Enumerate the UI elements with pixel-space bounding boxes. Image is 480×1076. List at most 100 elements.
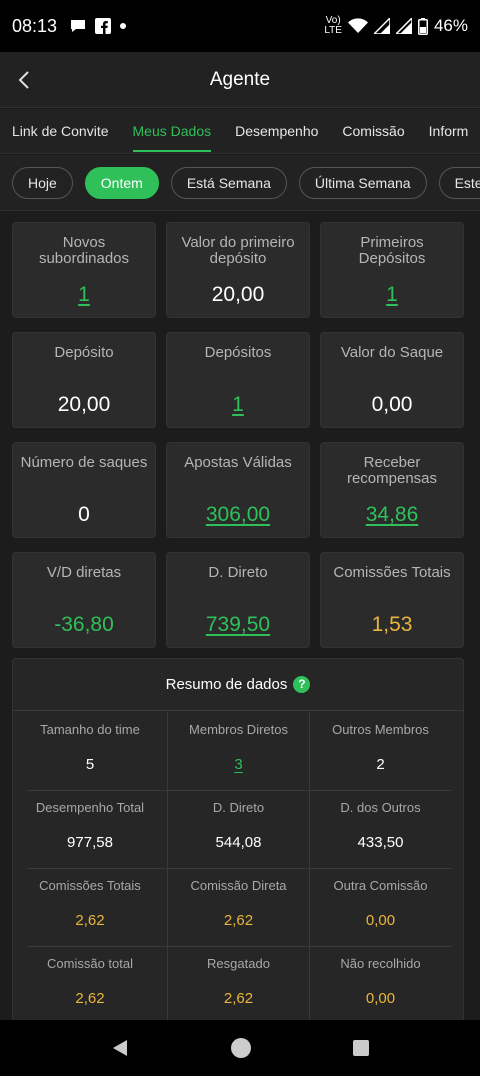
filter-hoje[interactable]: Hoje [12,166,73,199]
filter-este-mes[interactable]: Este Mês [438,166,480,199]
summary-value-link[interactable]: 3 [168,756,309,773]
summary-row-commission: Comissões Totais 2,62 Comissão Direta 2,… [13,868,465,946]
stat-card-novos-subordinados: Novos subordinados 1 [12,222,156,318]
summary-cell: Comissões Totais 2,62 [13,868,167,946]
summary-cell: Membros Diretos 3 [167,712,309,790]
signal-icon [373,18,390,34]
stat-card-vd-diretas: V/D diretas -36,80 [12,552,156,648]
summary-value: 0,00 [365,990,396,1007]
stat-label: Primeiros Depósitos [358,234,426,267]
nav-back-icon[interactable] [110,1038,130,1058]
back-button[interactable] [10,66,38,94]
tab-desempenho[interactable]: Desempenho [223,109,330,153]
stat-label: Apostas Válidas [184,454,292,471]
summary-value: 2,62 [75,990,105,1007]
stat-card-comissoes-totais: Comissões Totais 1,53 [320,552,464,648]
stat-label: Valor do primeiro depósito [181,234,295,267]
summary-cell: Tamanho do time 5 [13,712,167,790]
battery-icon [417,17,428,35]
summary-value: 2,62 [75,912,105,929]
tab-meus-dados[interactable]: Meus Dados [121,109,224,153]
summary-cell: Desempenho Total 977,58 [13,790,167,868]
stat-card-valor-do-saque: Valor do Saque 0,00 [320,332,464,428]
tab-bar: Link de Convite Meus Dados Desempenho Co… [0,109,480,154]
summary-cell: Não recolhido 0,00 [309,946,451,1020]
stat-label: Depósito [54,344,114,361]
status-bar: 08:13 Vo) LTE 46% [0,0,480,52]
summary-cell: Resgatado 2,62 [167,946,309,1020]
summary-value: 2 [376,756,385,773]
filter-ultima-semana[interactable]: Última Semana [298,166,427,199]
data-summary-panel: Resumo de dados ? Tamanho do time 5 Memb… [12,658,464,1020]
status-time: 08:13 [12,15,58,36]
volte-icon: Vo) LTE [324,15,342,36]
summary-row-team: Tamanho do time 5 Membros Diretos 3 Outr… [13,712,465,790]
chat-bubble-icon [71,20,86,32]
stat-label: Número de saques [20,454,148,471]
stat-value-link[interactable]: 1 [321,283,463,307]
battery-percent: 46% [433,16,468,35]
stat-card-receber-recompensas: Receber recompensas 34,86 [320,442,464,538]
tab-link-de-convite[interactable]: Link de Convite [0,109,121,153]
summary-value: 2,62 [223,990,254,1007]
stat-card-d-direto: D. Direto 739,50 [166,552,310,648]
page-title: Agente [209,68,271,90]
stat-card-numero-de-saques: Número de saques 0 [12,442,156,538]
help-icon[interactable]: ? [293,676,311,693]
stat-label: Valor do Saque [340,344,444,361]
status-system-icons: Vo) LTE 46% [324,16,468,36]
summary-value: 5 [85,756,95,773]
stat-value-link[interactable]: 1 [167,393,309,417]
stat-value-link[interactable]: 739,50 [167,613,309,637]
nav-recents-icon[interactable] [352,1039,370,1057]
summary-label: Comissão Direta [190,878,287,893]
stat-card-valor-primeiro-deposito: Valor do primeiro depósito 20,00 [166,222,310,318]
summary-label: Outra Comissão [333,878,428,893]
filter-ontem[interactable]: Ontem [84,166,159,199]
wifi-icon [347,18,368,33]
summary-cell: Outra Comissão 0,00 [309,868,451,946]
summary-cell: Comissão Direta 2,62 [167,868,309,946]
summary-value: 977,58 [67,834,113,851]
stat-card-primeiros-depositos: Primeiros Depósitos 1 [320,222,464,318]
stat-label: D. Direto [208,564,268,581]
stat-value: -36,80 [54,613,114,636]
tab-informacoes[interactable]: Inform [417,109,480,153]
period-filter-bar: Hoje Ontem Está Semana Última Semana Est… [0,155,480,211]
summary-value: 544,08 [215,834,262,851]
summary-label: Tamanho do time [40,722,140,737]
stat-value-link[interactable]: 34,86 [321,503,463,527]
summary-row-performance: Desempenho Total 977,58 D. Direto 544,08… [13,790,465,868]
summary-label: Outros Membros [332,722,429,737]
summary-label: D. dos Outros [340,800,421,815]
summary-label: Resgatado [207,956,270,971]
summary-row-collection: Comissão total 2,62 Resgatado 2,62 Não r… [13,946,465,1020]
summary-label: Comissão total [47,956,133,971]
nav-home-icon[interactable] [230,1037,252,1059]
stat-value: 20,00 [57,393,111,416]
stat-value: 1,53 [371,613,413,636]
stat-value-link[interactable]: 1 [13,283,155,307]
summary-value: 433,50 [357,834,404,851]
tab-comissao[interactable]: Comissão [330,109,416,153]
summary-title: Resumo de dados [165,676,288,693]
summary-header: Resumo de dados ? [13,659,463,711]
filter-esta-semana[interactable]: Está Semana [170,166,287,199]
summary-value: 2,62 [223,912,254,929]
stat-label: Depósitos [204,344,272,361]
app-header: Agente [0,52,480,108]
stat-label: Receber recompensas [346,454,438,487]
summary-cell: D. dos Outros 433,50 [309,790,451,868]
summary-label: Membros Diretos [189,722,288,737]
summary-label: Não recolhido [340,956,421,971]
signal-icon-2 [395,18,412,34]
summary-cell: D. Direto 544,08 [167,790,309,868]
stat-label: Comissões Totais [333,564,451,581]
stat-value: 20,00 [211,283,265,306]
dot-icon [120,23,127,29]
status-notification-icons [69,18,127,34]
summary-value: 0,00 [365,912,396,929]
stat-value-link[interactable]: 306,00 [167,503,309,527]
chevron-left-icon [18,71,29,89]
stat-card-apostas-validas: Apostas Válidas 306,00 [166,442,310,538]
